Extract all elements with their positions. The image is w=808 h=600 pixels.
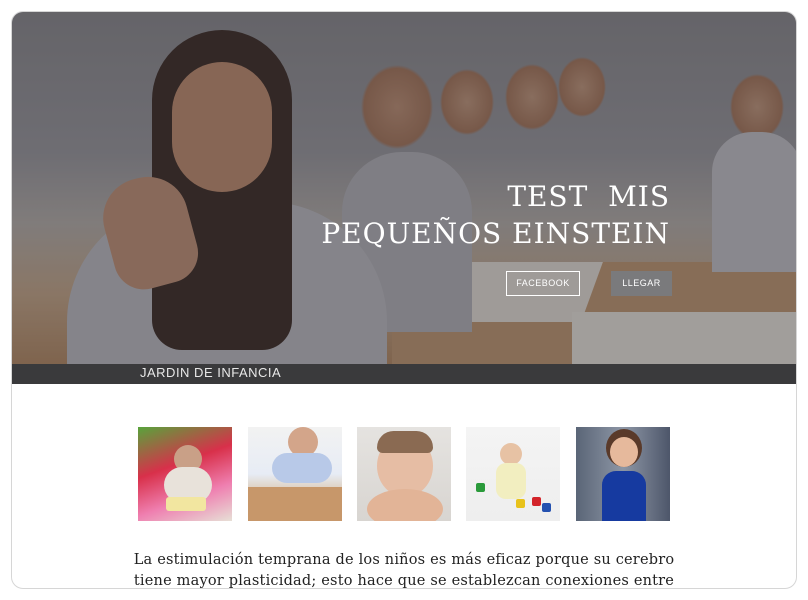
strip-label: JARDIN DE INFANCIA (140, 365, 282, 380)
intro-line: La estimulación temprana de los niños es… (133, 552, 675, 568)
photo-baby-face[interactable] (357, 427, 451, 521)
llegar-button[interactable]: LLEGAR (611, 271, 672, 296)
hero-title: TEST MIS PEQUEÑOS EINSTEIN (321, 178, 670, 252)
facebook-button[interactable]: FACEBOOK (506, 271, 580, 296)
photo-gallery (12, 427, 796, 521)
photo-baby-playroom[interactable] (138, 427, 232, 521)
photo-girl-blue-dress[interactable] (576, 427, 670, 521)
photo-baby-blocks[interactable] (466, 427, 560, 521)
hero-title-line: TEST MIS (507, 180, 670, 213)
hero-title-line: PEQUEÑOS EINSTEIN (321, 217, 670, 250)
photo-child-painting[interactable] (248, 427, 342, 521)
page-frame: TEST MIS PEQUEÑOS EINSTEIN FACEBOOK LLEG… (11, 11, 797, 589)
intro-paragraph: La estimulación temprana de los niños es… (12, 550, 796, 589)
hero-banner: TEST MIS PEQUEÑOS EINSTEIN FACEBOOK LLEG… (12, 12, 796, 364)
intro-line: tiene mayor plasticidad; esto hace que s… (133, 573, 675, 589)
section-strip: JARDIN DE INFANCIA (12, 364, 796, 384)
